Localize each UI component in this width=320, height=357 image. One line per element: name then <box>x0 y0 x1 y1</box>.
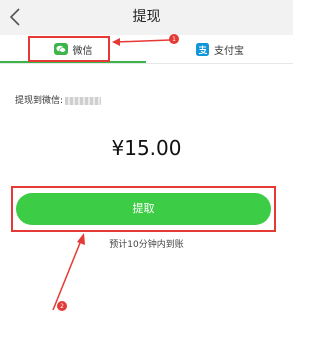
annotation-highlight-wechat <box>28 36 110 62</box>
annotation-highlight-button: 提取 <box>11 186 276 232</box>
withdraw-to-row: 提现到微信: <box>15 93 102 106</box>
page-title: 提现 <box>132 9 161 25</box>
arrival-eta-text: 预计10分钟内到账 <box>109 240 184 250</box>
withdraw-to-label: 提现到微信: <box>15 96 64 106</box>
withdraw-amount: ¥15.00 <box>111 136 182 160</box>
annotation-badge-2: 2 <box>57 301 67 311</box>
tab-alipay-label: 支付宝 <box>214 45 244 57</box>
tab-divider <box>0 63 293 64</box>
withdraw-button[interactable]: 提取 <box>16 193 271 225</box>
blurred-account-name <box>65 96 102 105</box>
tab-alipay[interactable]: 支付宝 <box>147 35 293 63</box>
alipay-icon <box>196 42 209 56</box>
svg-text:2: 2 <box>60 303 64 310</box>
nav-bar: 提现 <box>0 0 293 35</box>
